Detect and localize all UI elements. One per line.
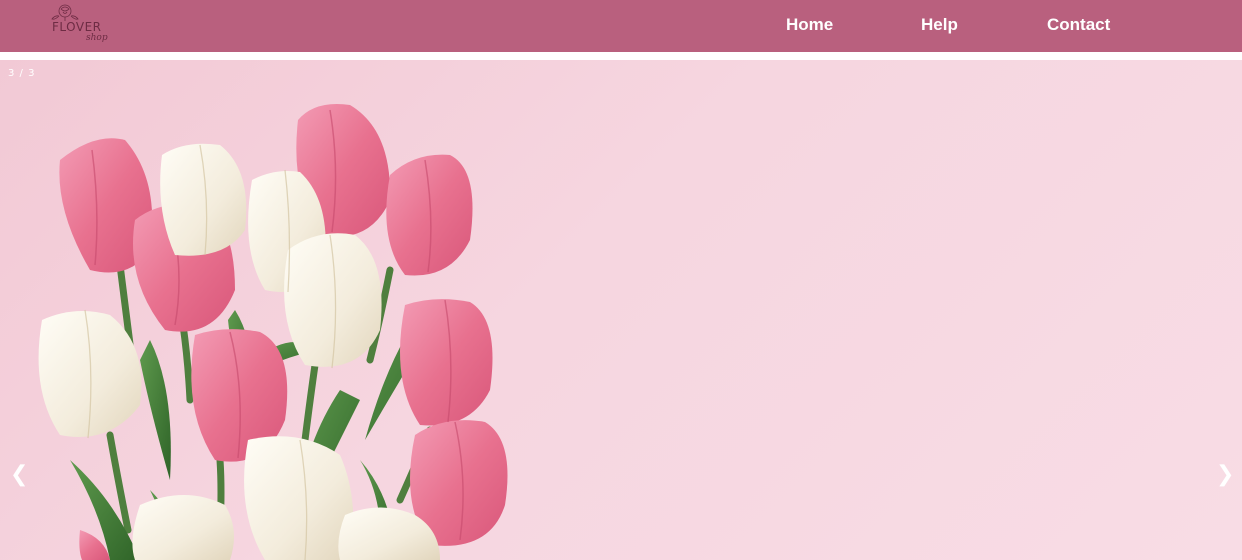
prev-slide-button[interactable]: ❮ (10, 464, 28, 486)
tulip-bouquet-image (38, 104, 508, 560)
nav-link-home[interactable]: Home (786, 15, 833, 35)
slide-counter: 3 / 3 (8, 68, 36, 79)
next-slide-button[interactable]: ❯ (1216, 464, 1234, 486)
logo-text: FLOVER (52, 20, 102, 34)
slideshow: 3 / 3 ❮ ❯ (0, 60, 1242, 560)
nav-link-contact[interactable]: Contact (1047, 15, 1110, 35)
navbar: FLOVER shop Home Help Contact (0, 0, 1242, 52)
nav-link-help[interactable]: Help (921, 15, 958, 35)
logo-subtext: shop (86, 33, 108, 43)
logo[interactable]: FLOVER shop (38, 0, 110, 50)
